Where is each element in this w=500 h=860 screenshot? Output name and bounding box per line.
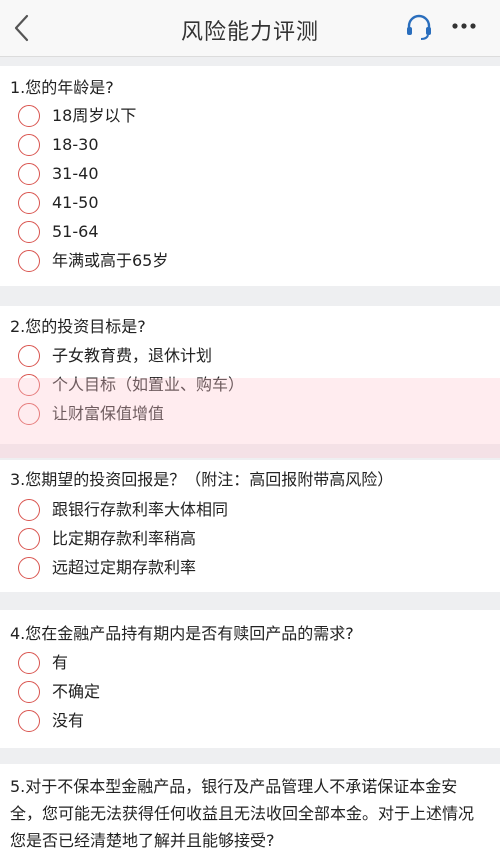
radio-button[interactable] xyxy=(18,192,40,214)
radio-button[interactable] xyxy=(18,105,40,127)
question-2-text: 2.您的投资目标是? xyxy=(10,317,146,336)
question-1-text: 1.您的年龄是? xyxy=(10,78,114,97)
radio-button[interactable] xyxy=(18,374,40,396)
radio-button[interactable] xyxy=(18,528,40,550)
radio-button[interactable] xyxy=(18,710,40,732)
option-label: 年满或高于65岁 xyxy=(52,251,169,270)
option-label: 31-40 xyxy=(52,164,99,183)
radio-button[interactable] xyxy=(18,345,40,367)
headset-icon[interactable] xyxy=(404,12,434,42)
option-label: 不确定 xyxy=(52,682,101,701)
option-label: 没有 xyxy=(52,711,85,730)
option-label: 远超过定期存款利率 xyxy=(52,558,197,577)
radio-button[interactable] xyxy=(18,163,40,185)
radio-button[interactable] xyxy=(18,681,40,703)
option-label: 子女教育费，退休计划 xyxy=(52,346,213,365)
question-card-2: 2.您的投资目标是? 子女教育费，退休计划 个人目标（如置业、购车） 让财富保值… xyxy=(0,306,500,444)
radio-button[interactable] xyxy=(18,134,40,156)
question-card-4: 4.您在金融产品持有期内是否有赎回产品的需求? 有 不确定 没有 xyxy=(0,610,500,748)
option-label: 让财富保值增值 xyxy=(52,404,165,423)
radio-button[interactable] xyxy=(18,250,40,272)
navigation-bar: 风险能力评测 xyxy=(0,0,500,57)
option-label: 51-64 xyxy=(52,222,99,241)
more-icon[interactable] xyxy=(450,14,478,38)
option-label: 18-30 xyxy=(52,135,99,154)
question-3-text: 3.您期望的投资回报是？（附注：高回报附带高风险） xyxy=(10,470,394,489)
radio-button[interactable] xyxy=(18,403,40,425)
radio-button[interactable] xyxy=(18,499,40,521)
option-label: 跟银行存款利率大体相同 xyxy=(52,500,229,519)
option-label: 比定期存款利率稍高 xyxy=(52,529,197,548)
option-label: 个人目标（如置业、购车） xyxy=(52,375,245,394)
question-card-3: 3.您期望的投资回报是？（附注：高回报附带高风险） 跟银行存款利率大体相同 比定… xyxy=(0,460,500,592)
option-label: 有 xyxy=(52,653,69,672)
question-4-text: 4.您在金融产品持有期内是否有赎回产品的需求? xyxy=(10,624,354,643)
radio-button[interactable] xyxy=(18,557,40,579)
radio-button[interactable] xyxy=(18,652,40,674)
radio-button[interactable] xyxy=(18,221,40,243)
option-label: 41-50 xyxy=(52,193,99,212)
option-label: 18周岁以下 xyxy=(52,106,137,125)
question-5-text: 5.对于不保本型金融产品，银行及产品管理人不承诺保证本金安全，您可能无法获得任何… xyxy=(10,777,475,850)
question-card-1: 1.您的年龄是? 18周岁以下 18-30 31-40 41-50 51-64 … xyxy=(0,66,500,286)
